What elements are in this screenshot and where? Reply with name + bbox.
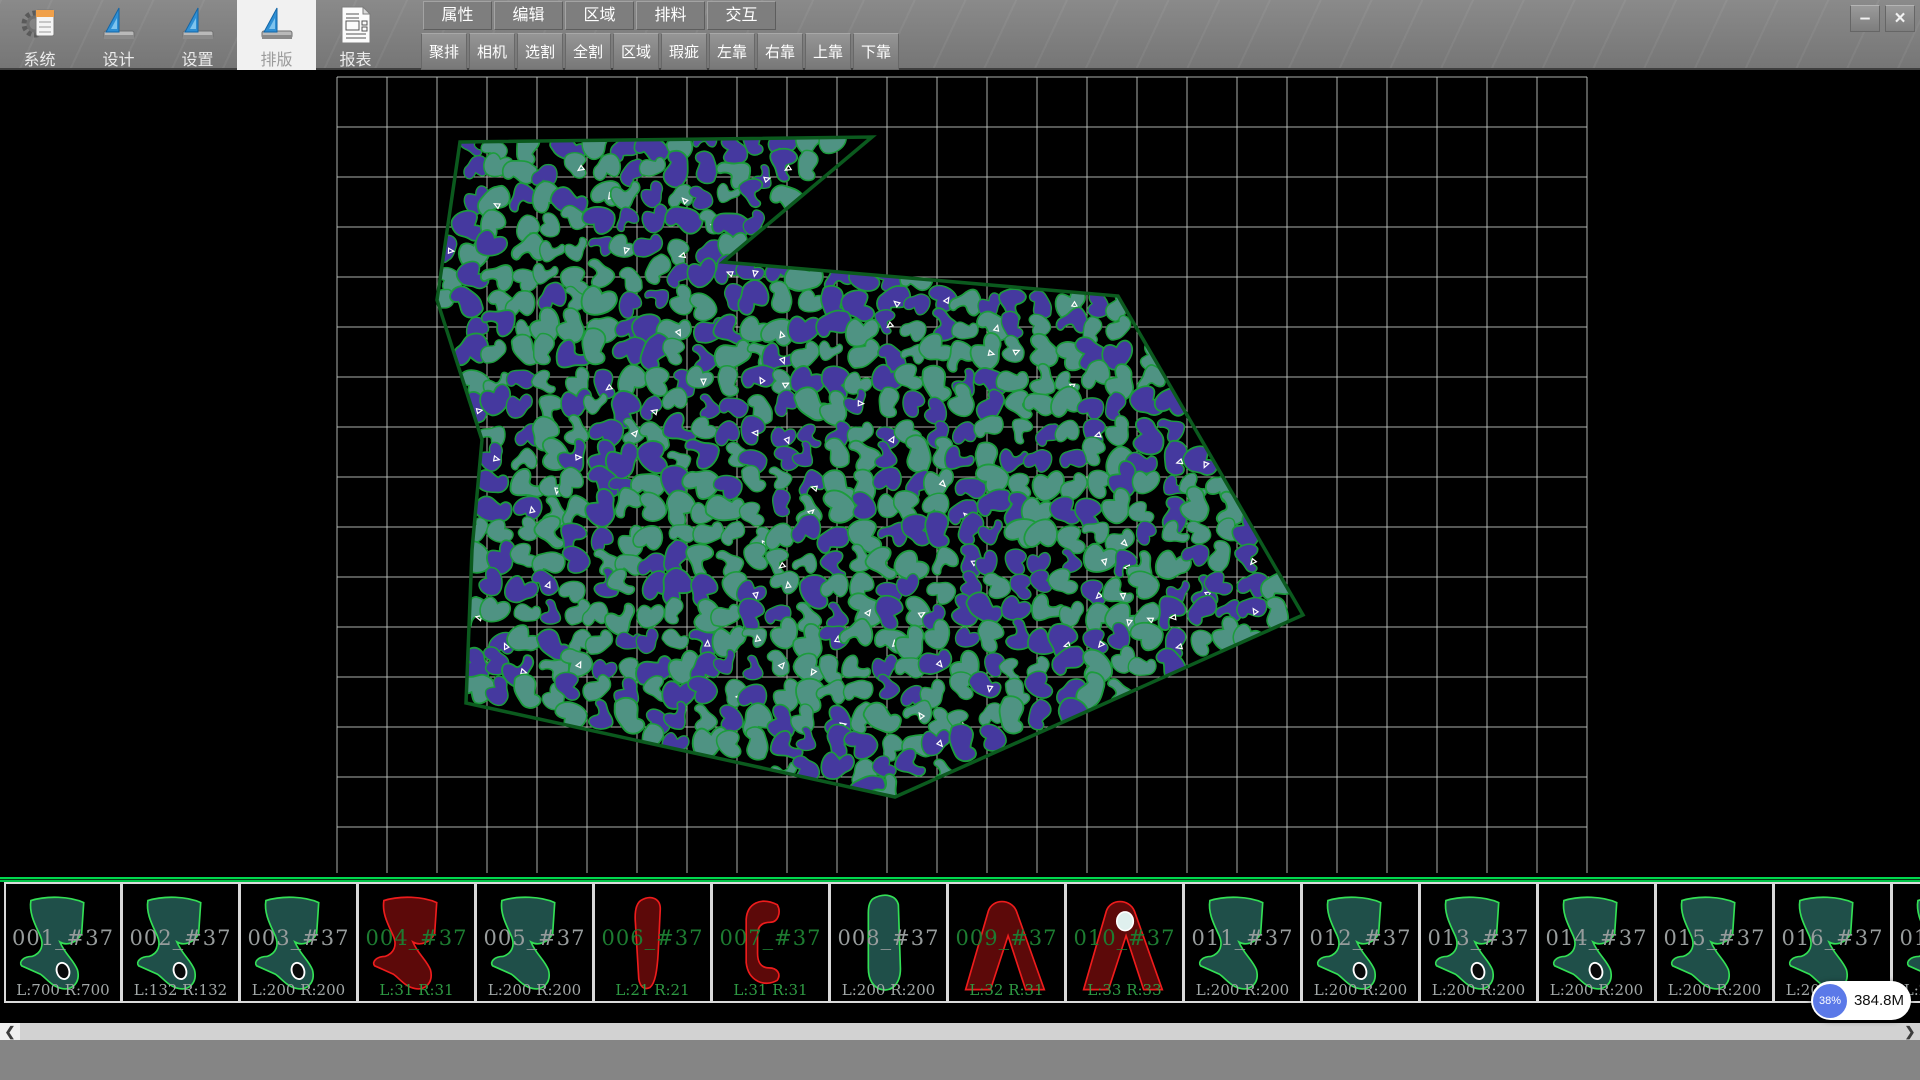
piece-thumbnail-001_#37[interactable]: 001_#37 L:700 R:700 — [4, 882, 122, 1003]
memory-percent-circle: 38% — [1813, 984, 1847, 1018]
setsquare-icon — [97, 3, 141, 46]
menu-tab-row: 属性编辑区域排料交互 — [423, 1, 776, 30]
piece-thumbnail-012_#37[interactable]: 012_#37 L:200 R:200 — [1302, 882, 1420, 1003]
piece-id: 012_#37 — [1303, 926, 1418, 950]
close-button[interactable]: × — [1885, 5, 1915, 32]
horizontal-scrollbar[interactable]: ❮ ❯ — [0, 1023, 1920, 1040]
piece-lr-count: L:200 R:200 — [1657, 981, 1772, 999]
memory-value: 384.8M — [1847, 992, 1911, 1009]
piece-lr-count: L:132 R:132 — [123, 981, 238, 999]
piece-thumbnail-010_#37[interactable]: 010_#37 L:33 R:33 — [1066, 882, 1184, 1003]
tool-button-3[interactable]: 选割 — [517, 33, 563, 70]
report-icon — [334, 3, 378, 46]
app-tab-label: 报表 — [339, 46, 371, 70]
piece-lr-count: L:33 R:33 — [1067, 981, 1182, 999]
app-tab-3[interactable]: 设置 — [158, 0, 237, 70]
piece-id: 003_#37 — [241, 926, 356, 950]
piece-id: 001_#37 — [6, 926, 120, 950]
piece-thumbnail-008_#37[interactable]: 008_#37 L:200 R:200 — [830, 882, 948, 1003]
piece-thumbnail-014_#37[interactable]: 014_#37 L:200 R:200 — [1538, 882, 1656, 1003]
piece-lr-count: L:200 R:200 — [1539, 981, 1654, 999]
piece-id: 005_#37 — [477, 926, 592, 950]
minimize-button[interactable]: – — [1850, 5, 1880, 32]
gear-icon — [18, 3, 62, 46]
piece-thumbnail-009_#37[interactable]: 009_#37 L:32 R:31 — [948, 882, 1066, 1003]
app-tab-4[interactable]: 排版 — [237, 0, 316, 70]
scroll-right-arrow-icon[interactable]: ❯ — [1900, 1023, 1920, 1040]
piece-thumbnail-006_#37[interactable]: 006_#37 L:21 R:21 — [594, 882, 712, 1003]
piece-id: 011_#37 — [1185, 926, 1300, 950]
tool-button-10[interactable]: 下靠 — [853, 33, 899, 70]
piece-thumbnail-strip: 001_#37L:700 R:700002_#37L:132 R:132003_… — [0, 882, 1920, 1004]
window-controls: – × — [1850, 5, 1915, 32]
piece-id: 015_#37 — [1657, 926, 1772, 950]
piece-lr-count: L:200 R:200 — [1303, 981, 1418, 999]
menu-tab-4[interactable]: 排料 — [636, 1, 705, 30]
piece-lr-count: L:31 R:31 — [359, 981, 474, 999]
status-footer — [0, 1040, 1920, 1080]
piece-id: 004_#37 — [359, 926, 474, 950]
piece-thumbnail-002_#37[interactable]: 002_#37 L:132 R:132 — [122, 882, 240, 1003]
app-tab-label: 系统 — [23, 46, 55, 70]
piece-id: 006_#37 — [595, 926, 710, 950]
setsquare-icon — [255, 3, 299, 46]
tool-button-7[interactable]: 左靠 — [709, 33, 755, 70]
tool-button-9[interactable]: 上靠 — [805, 33, 851, 70]
piece-id: 009_#37 — [949, 926, 1064, 950]
menu-tab-5[interactable]: 交互 — [707, 1, 776, 30]
menu-tab-2[interactable]: 编辑 — [494, 1, 563, 30]
piece-lr-count: L:200 R:200 — [1421, 981, 1536, 999]
piece-lr-count: L:200 R:200 — [241, 981, 356, 999]
nesting-canvas[interactable] — [0, 70, 1920, 877]
piece-lr-count: L:21 R:21 — [595, 981, 710, 999]
tool-button-1[interactable]: 聚排 — [421, 33, 467, 70]
app-tab-label: 设置 — [181, 46, 213, 70]
piece-id: 013_#37 — [1421, 926, 1536, 950]
app-tab-bar: 系统 设计 设置 排版 报表 — [0, 0, 395, 70]
app-tab-1[interactable]: 系统 — [0, 0, 79, 70]
app-tab-2[interactable]: 设计 — [79, 0, 158, 70]
setsquare-icon — [176, 3, 220, 46]
memory-badge: 38% 384.8M — [1811, 981, 1911, 1020]
piece-lr-count: L:32 R:31 — [949, 981, 1064, 999]
tool-button-row: 聚排相机选割全割区域瑕疵左靠右靠上靠下靠 — [421, 33, 899, 70]
nesting-layout-drawing — [0, 70, 1920, 877]
tool-button-5[interactable]: 区域 — [613, 33, 659, 70]
piece-id: 014_#37 — [1539, 926, 1654, 950]
piece-id: 016_#37 — [1775, 926, 1890, 950]
toolbar: 系统设计设置排版报表 属性编辑区域排料交互 聚排相机选割全割区域瑕疵左靠右靠上靠… — [0, 0, 1920, 70]
piece-thumbnail-011_#37[interactable]: 011_#37 L:200 R:200 — [1184, 882, 1302, 1003]
tool-button-2[interactable]: 相机 — [469, 33, 515, 70]
piece-lr-count: L:31 R:31 — [713, 981, 828, 999]
app-tab-5[interactable]: 报表 — [316, 0, 395, 70]
scroll-left-arrow-icon[interactable]: ❮ — [0, 1023, 20, 1040]
piece-id: 017_#37 — [1893, 926, 1920, 950]
app-tab-label: 设计 — [102, 46, 134, 70]
piece-id: 008_#37 — [831, 926, 946, 950]
piece-thumbnail-004_#37[interactable]: 004_#37 L:31 R:31 — [358, 882, 476, 1003]
piece-thumbnail-007_#37[interactable]: 007_#37 L:31 R:31 — [712, 882, 830, 1003]
piece-id: 002_#37 — [123, 926, 238, 950]
piece-thumbnail-015_#37[interactable]: 015_#37 L:200 R:200 — [1656, 882, 1774, 1003]
menu-tab-1[interactable]: 属性 — [423, 1, 492, 30]
piece-lr-count: L:200 R:200 — [1185, 981, 1300, 999]
piece-lr-count: L:200 R:200 — [831, 981, 946, 999]
tool-button-8[interactable]: 右靠 — [757, 33, 803, 70]
piece-id: 007_#37 — [713, 926, 828, 950]
piece-thumbnail-005_#37[interactable]: 005_#37 L:200 R:200 — [476, 882, 594, 1003]
piece-id: 010_#37 — [1067, 926, 1182, 950]
piece-thumbnail-003_#37[interactable]: 003_#37 L:200 R:200 — [240, 882, 358, 1003]
app-tab-label: 排版 — [260, 46, 292, 70]
piece-lr-count: L:700 R:700 — [6, 981, 120, 999]
tool-button-6[interactable]: 瑕疵 — [661, 33, 707, 70]
piece-thumbnail-013_#37[interactable]: 013_#37 L:200 R:200 — [1420, 882, 1538, 1003]
menu-tab-3[interactable]: 区域 — [565, 1, 634, 30]
piece-lr-count: L:200 R:200 — [477, 981, 592, 999]
tool-button-4[interactable]: 全割 — [565, 33, 611, 70]
